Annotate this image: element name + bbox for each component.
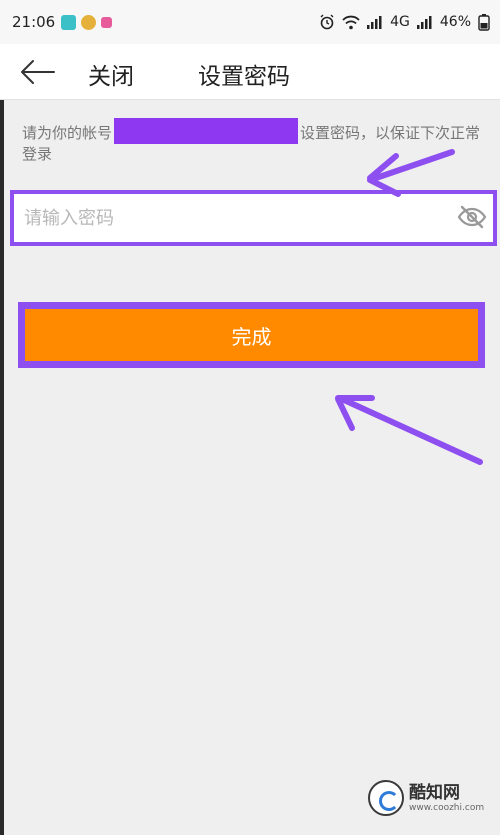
app-screen: 21:06 4G 46% 关闭 设置密码 请为你的帐号 设置密码，以保证下次正常登… [0,0,500,835]
watermark-name: 酷知网 [409,783,460,803]
browser-app-icon [81,14,97,30]
done-button-highlight: 完成 [18,302,485,368]
photos-app-icon [101,16,113,28]
battery-percent: 46% [439,14,471,30]
status-time: 21:06 [12,13,56,31]
password-field-row [10,190,497,246]
coozhi-logo-icon [368,780,404,816]
battery-icon [478,14,490,31]
wifi-icon [342,15,360,29]
watermark-url: www.coozhi.com [409,803,485,813]
back-arrow-icon[interactable] [20,59,56,85]
alarm-icon [320,14,334,30]
watermark-text: 酷知网 www.coozhi.com [409,783,484,813]
redacted-account [114,118,299,144]
done-button[interactable]: 完成 [25,309,478,361]
close-button[interactable]: 关闭 [88,57,134,91]
hint-prefix: 请为你的帐号 [22,124,113,142]
window-edge [0,0,4,835]
watermark: 酷知网 www.coozhi.com [368,772,490,824]
status-indicators: 4G 46% [319,13,490,31]
scan-app-icon [61,14,77,30]
account-hint: 请为你的帐号 设置密码，以保证下次正常登录 [22,118,492,165]
arrow-to-button [335,395,483,465]
nav-bar: 关闭 设置密码 [0,44,500,100]
password-input[interactable] [14,207,434,229]
signal-icon [367,16,382,29]
network-type: 4G [390,14,410,30]
eye-slash-icon[interactable] [457,204,487,230]
page-title: 设置密码 [198,64,290,90]
signal-icon-2 [416,16,432,29]
status-bar: 21:06 4G 46% [0,0,500,44]
